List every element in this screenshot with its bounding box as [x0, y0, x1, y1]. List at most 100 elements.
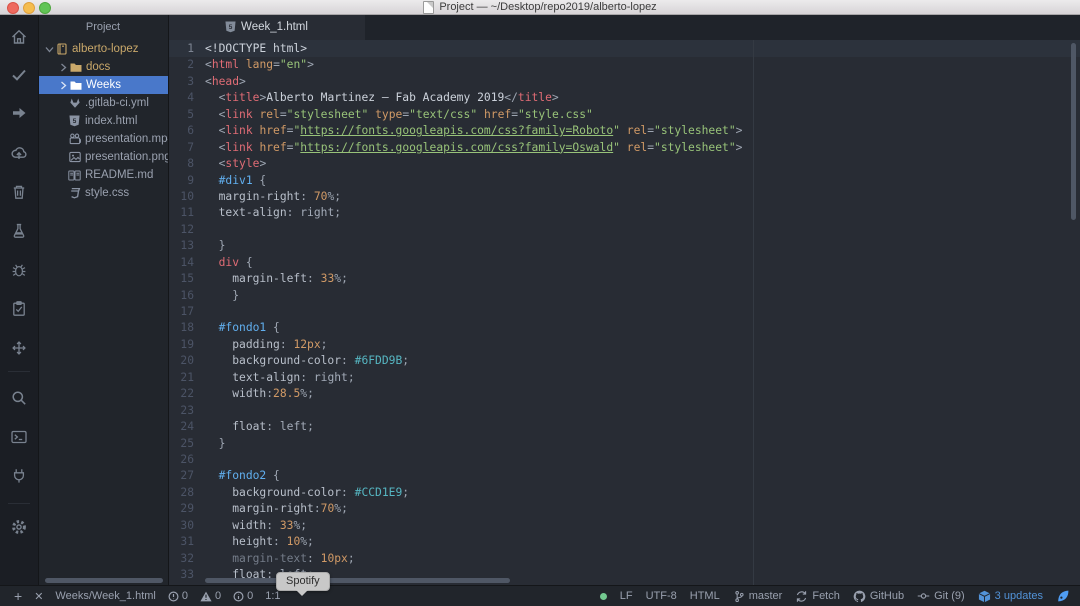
status-green-dot	[599, 592, 607, 600]
chevron-down-icon[interactable]	[44, 46, 55, 53]
linter-errors[interactable]: 0	[168, 590, 188, 602]
line-number: 7	[187, 140, 194, 154]
editor-vertical-scrollbar[interactable]	[1071, 43, 1076, 220]
line-number: 21	[180, 370, 194, 384]
plug-icon[interactable]	[10, 467, 28, 485]
github-panel-button[interactable]: GitHub	[853, 590, 904, 603]
flask-icon[interactable]	[10, 222, 28, 240]
tab-label: Week_1.html	[241, 21, 308, 33]
line-number: 23	[180, 403, 194, 417]
code-text: text-align: right;	[232, 370, 355, 384]
code-line-12: 12	[168, 222, 742, 238]
commit-icon	[917, 593, 930, 599]
code-line-24: 24 float: left;	[168, 419, 742, 435]
tree-item-presentation-mp4[interactable]: presentation.mp4	[38, 130, 168, 148]
code-text: background-color: #6FDD9B;	[232, 354, 410, 368]
code-line-4: 4 <title>Alberto Martinez — Fab Academy …	[168, 90, 742, 106]
tree-item-presentation-png[interactable]: presentation.png	[38, 148, 168, 166]
check-icon[interactable]	[10, 66, 28, 84]
line-number: 33	[180, 568, 194, 581]
image-icon	[68, 151, 81, 163]
code-text: <link href="https://fonts.googleapis.com…	[218, 124, 743, 138]
error-circle-icon	[168, 590, 179, 602]
package-updates-button[interactable]: 3 updates	[978, 590, 1043, 603]
tab-week-1-html[interactable]: 5 Week_1.html	[168, 14, 365, 40]
expand-arrows-icon[interactable]	[10, 339, 28, 357]
bug-icon[interactable]	[10, 261, 28, 279]
tree-item-alberto-lopez[interactable]: alberto-lopez	[38, 40, 168, 58]
line-number: 4	[187, 91, 194, 105]
add-panel-button[interactable]: +	[14, 589, 22, 603]
tree-item-label: README.md	[85, 169, 154, 181]
editor-horizontal-scrollbar[interactable]	[205, 578, 510, 583]
dock-separator	[8, 371, 30, 372]
github-icon	[853, 590, 866, 602]
tree-item-style-css[interactable]: style.css	[38, 184, 168, 202]
code-text: <link href="https://fonts.googleapis.com…	[218, 140, 743, 154]
project-tree-panel: Project alberto-lopez docs Weeks .gitlab-ci…	[38, 14, 169, 586]
line-number: 24	[180, 420, 194, 434]
svg-text:5: 5	[73, 118, 77, 125]
code-text: }	[218, 239, 226, 253]
line-number: 19	[180, 337, 194, 351]
code-line-17: 17	[168, 304, 742, 320]
code-editor[interactable]: 1 <!DOCTYPE html> 2 <html lang="en"> 3 <head>…	[168, 40, 1080, 586]
code-text: width:28.5%;	[232, 387, 314, 401]
grammar-indicator[interactable]: HTML	[690, 590, 720, 602]
tree-item-label: docs	[86, 61, 111, 73]
code-line-26: 26	[168, 452, 742, 468]
code-text: height: 10%;	[232, 535, 314, 549]
line-number: 9	[187, 173, 194, 187]
code-line-14: 14 div {	[168, 255, 742, 271]
repo-icon	[55, 43, 68, 55]
cloud-upload-icon[interactable]	[10, 144, 28, 162]
git-changes-indicator[interactable]: Git (9)	[917, 590, 965, 602]
window-title: Project — ~/Desktop/repo2019/alberto-lop…	[439, 1, 657, 13]
tree-item-readme-md[interactable]: README.md	[38, 166, 168, 184]
chevron-right-icon[interactable]	[58, 63, 69, 72]
tree-item--gitlab-ci-yml[interactable]: .gitlab-ci.yml	[38, 94, 168, 112]
code-text: <style>	[218, 157, 267, 171]
code-text: #fondo1 {	[218, 321, 280, 335]
cursor-position[interactable]: 1:1	[265, 590, 280, 602]
video-icon	[68, 133, 81, 145]
tree-horizontal-scrollbar[interactable]	[45, 578, 163, 583]
git-fetch-button[interactable]: Fetch	[795, 590, 840, 603]
tree-item-label: style.css	[85, 187, 130, 199]
home-icon[interactable]	[10, 28, 28, 46]
linter-infos[interactable]: 0	[233, 590, 253, 602]
code-line-16: 16 }	[168, 288, 742, 304]
trash-icon[interactable]	[10, 183, 28, 201]
tree-item-docs[interactable]: docs	[38, 58, 168, 76]
teletype-icon[interactable]	[1056, 589, 1070, 603]
status-bar: + ✕ Weeks/Week_1.html 0 0 0 1:1 LF UTF-8…	[0, 585, 1080, 606]
arrow-right-icon[interactable]	[10, 104, 28, 122]
code-line-32: 32 margin-text: 10px;	[168, 551, 742, 567]
code-line-8: 8 <style>	[168, 156, 742, 172]
line-number: 1	[187, 42, 194, 55]
code-text: <html lang="en">	[205, 58, 314, 72]
git-branch-indicator[interactable]: master	[733, 590, 782, 603]
encoding-indicator[interactable]: UTF-8	[646, 590, 677, 602]
line-ending-indicator[interactable]: LF	[620, 590, 633, 602]
chevron-right-icon[interactable]	[58, 81, 69, 90]
code-line-30: 30 width: 33%;	[168, 518, 742, 534]
linter-warnings[interactable]: 0	[200, 590, 221, 602]
search-icon[interactable]	[10, 389, 28, 407]
line-number: 25	[180, 436, 194, 450]
line-number: 18	[180, 321, 194, 335]
active-file-path[interactable]: Weeks/Week_1.html	[55, 590, 155, 602]
close-panel-button[interactable]: ✕	[34, 590, 43, 603]
line-number: 32	[180, 551, 194, 565]
branch-icon	[735, 590, 744, 602]
wrap-guide	[753, 40, 754, 586]
line-number: 20	[180, 354, 194, 368]
terminal-icon[interactable]	[10, 428, 28, 446]
line-number: 29	[180, 502, 194, 516]
clipboard-check-icon[interactable]	[10, 300, 28, 318]
tree-item-label: .gitlab-ci.yml	[85, 97, 149, 109]
line-number: 14	[180, 255, 194, 269]
tree-item-weeks[interactable]: Weeks	[38, 76, 168, 94]
tree-item-index-html[interactable]: 5 index.html	[38, 112, 168, 130]
gear-icon[interactable]	[10, 518, 28, 536]
